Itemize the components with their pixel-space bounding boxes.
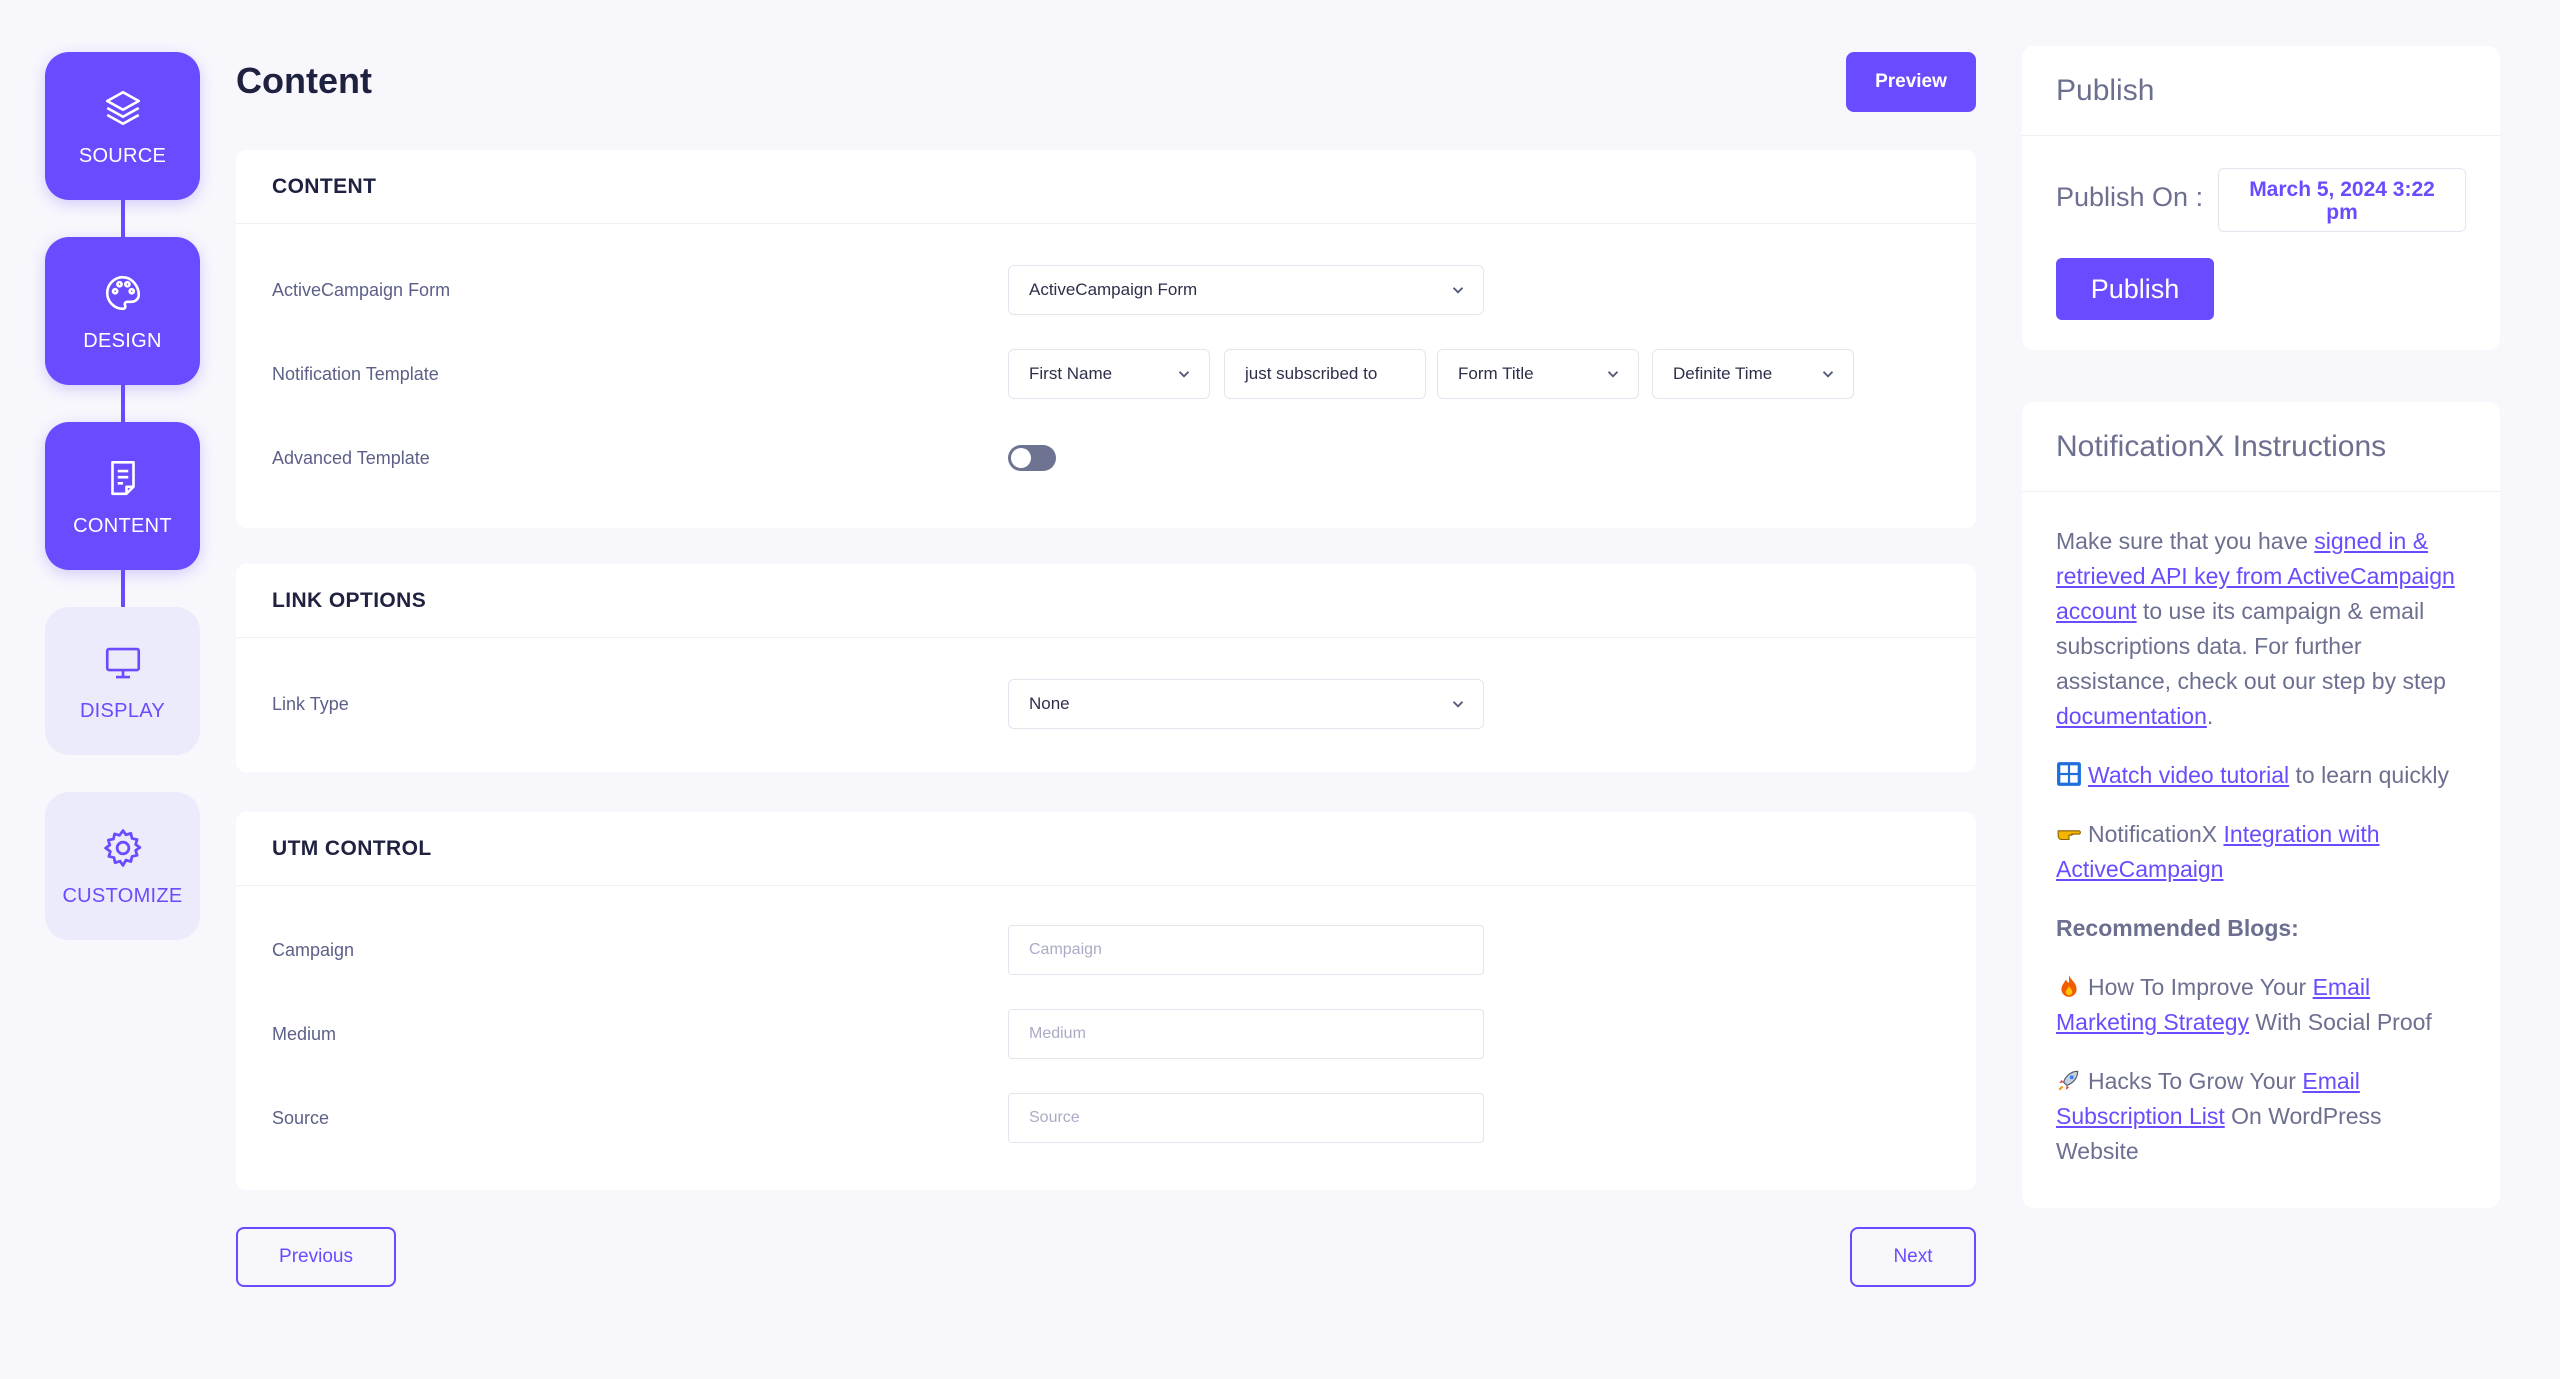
publish-date-line: March 5, 2024 3:22 xyxy=(2249,178,2435,201)
link-type-row: Link Type None xyxy=(272,678,1940,730)
instructions-text: Make sure that you have xyxy=(2056,528,2315,554)
blog-item: Hacks To Grow Your Email Subscription Li… xyxy=(2056,1064,2466,1169)
blog-item: How To Improve Your Email Marketing Stra… xyxy=(2056,970,2466,1040)
template-field-form-title[interactable]: Form Title xyxy=(1437,349,1639,399)
instructions-heading: NotificationX Instructions xyxy=(2022,402,2500,492)
medium-input[interactable] xyxy=(1008,1009,1484,1059)
template-field-value: Form Title xyxy=(1458,364,1534,383)
form-select-value: ActiveCampaign Form xyxy=(1029,280,1198,299)
previous-button[interactable]: Previous xyxy=(236,1227,396,1287)
palette-icon xyxy=(100,270,146,316)
pointing-hand-icon xyxy=(2057,830,2081,841)
template-field-first-name[interactable]: First Name xyxy=(1008,349,1210,399)
source-row: Source xyxy=(272,1092,1940,1144)
section-heading: CONTENT xyxy=(236,150,1976,224)
monitor-icon xyxy=(100,640,146,686)
medium-row: Medium xyxy=(272,1008,1940,1060)
campaign-label: Campaign xyxy=(272,939,355,960)
instructions-text: How To Improve Your xyxy=(2088,974,2313,1000)
template-field-value: First Name xyxy=(1029,364,1113,383)
template-field-value: Definite Time xyxy=(1673,364,1773,383)
page-title: Content xyxy=(236,60,372,101)
preview-button[interactable]: Preview xyxy=(1846,52,1976,112)
advanced-template-toggle[interactable] xyxy=(1008,445,1056,471)
chevron-down-icon xyxy=(1452,701,1464,708)
instructions-text: . xyxy=(2206,703,2214,729)
template-text-input[interactable]: just subscribed to xyxy=(1224,349,1426,399)
medium-label: Medium xyxy=(272,1023,337,1044)
app-root: SOURCE DESIGN CONTENT DISPLAY CUSTOMIZE … xyxy=(0,0,2560,1379)
campaign-input[interactable] xyxy=(1008,925,1484,975)
instructions-text: With Social Proof xyxy=(2249,1009,2432,1035)
form-select[interactable]: ActiveCampaign Form xyxy=(1008,265,1484,315)
step-content[interactable]: CONTENT xyxy=(45,422,200,570)
section-heading: UTM CONTROL xyxy=(236,812,1976,886)
publish-card: Publish Publish On : March 5, 2024 3:22 … xyxy=(2022,46,2500,350)
instructions-body: Make sure that you have signed in & retr… xyxy=(2056,524,2466,1193)
video-tutorial-link[interactable]: Watch video tutorial xyxy=(2088,762,2289,788)
instructions-text: Hacks To Grow Your xyxy=(2088,1068,2303,1094)
advanced-label: Advanced Template xyxy=(272,447,430,468)
step-customize[interactable]: CUSTOMIZE xyxy=(45,792,200,940)
publish-heading: Publish xyxy=(2022,46,2500,136)
publish-on-label: Publish On : xyxy=(2056,182,2204,212)
publish-date-picker[interactable]: March 5, 2024 3:22 pm xyxy=(2218,168,2466,232)
gear-icon xyxy=(100,825,146,871)
link-type-label: Link Type xyxy=(272,693,349,714)
link-options-card: LINK OPTIONS Link Type None xyxy=(236,564,1976,772)
step-label: DISPLAY xyxy=(79,699,166,722)
step-label: CONTENT xyxy=(73,514,172,537)
video-grid-icon xyxy=(2057,762,2081,786)
template-text-value: just subscribed to xyxy=(1245,364,1378,383)
step-label: CUSTOMIZE xyxy=(62,884,183,907)
integration-line: NotificationX Integration with ActiveCam… xyxy=(2056,817,2466,887)
documentation-link[interactable]: documentation xyxy=(2056,703,2207,729)
campaign-row: Campaign xyxy=(272,924,1940,976)
form-row: ActiveCampaign Form ActiveCampaign Form xyxy=(272,264,1940,316)
layers-icon xyxy=(100,85,146,131)
source-input[interactable] xyxy=(1008,1093,1484,1143)
advanced-row: Advanced Template xyxy=(272,432,1940,484)
video-tutorial-line: Watch video tutorial to learn quickly xyxy=(2056,758,2466,793)
publish-button[interactable]: Publish xyxy=(2056,258,2214,320)
fire-icon xyxy=(2061,975,2077,997)
instructions-text: NotificationX xyxy=(2088,821,2224,847)
form-label: ActiveCampaign Form xyxy=(272,279,451,300)
instructions-paragraph: Make sure that you have signed in & retr… xyxy=(2056,524,2466,734)
link-type-select[interactable]: None xyxy=(1008,679,1484,729)
template-row: Notification Template First Name just su… xyxy=(272,348,1940,400)
section-heading: LINK OPTIONS xyxy=(236,564,1976,638)
link-type-value: None xyxy=(1029,694,1070,713)
content-card: CONTENT ActiveCampaign Form ActiveCampai… xyxy=(236,150,1976,528)
template-label: Notification Template xyxy=(272,363,439,384)
step-label: DESIGN xyxy=(83,329,162,352)
step-display[interactable]: DISPLAY xyxy=(45,607,200,755)
utm-control-card: UTM CONTROL Campaign Medium Source xyxy=(236,812,1976,1190)
toggle-knob xyxy=(1011,448,1031,468)
document-icon xyxy=(100,455,146,501)
instructions-card: NotificationX Instructions Make sure tha… xyxy=(2022,402,2500,1208)
step-source[interactable]: SOURCE xyxy=(45,52,200,200)
publish-date-line: pm xyxy=(2326,201,2358,224)
recommended-blogs-heading: Recommended Blogs: xyxy=(2056,915,2299,941)
chevron-down-icon xyxy=(1607,371,1619,378)
template-field-definite-time[interactable]: Definite Time xyxy=(1652,349,1854,399)
step-label: SOURCE xyxy=(78,144,167,167)
source-label: Source xyxy=(272,1107,330,1128)
chevron-down-icon xyxy=(1452,287,1464,294)
chevron-down-icon xyxy=(1822,371,1834,378)
rocket-icon xyxy=(2058,1070,2079,1091)
chevron-down-icon xyxy=(1178,371,1190,378)
step-design[interactable]: DESIGN xyxy=(45,237,200,385)
next-button[interactable]: Next xyxy=(1850,1227,1976,1287)
instructions-text: to learn quickly xyxy=(2289,762,2449,788)
